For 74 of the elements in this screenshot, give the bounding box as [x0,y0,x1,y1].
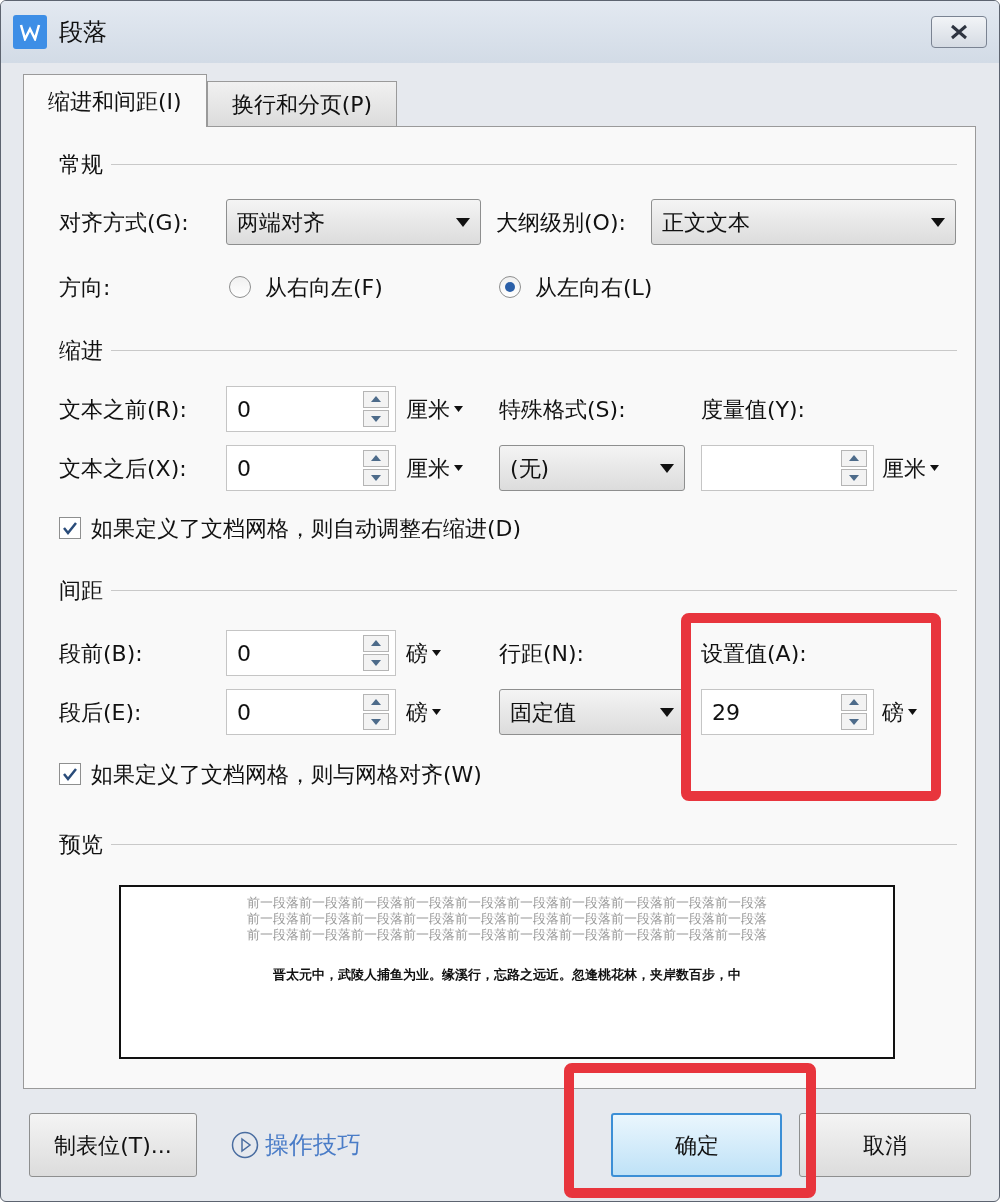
spin-up-icon[interactable] [363,635,389,652]
spin-down-icon[interactable] [841,469,867,486]
spin-down-icon[interactable] [363,469,389,486]
dropdown-select[interactable]: 正文文本 [651,199,956,245]
checkbox-label: 如果定义了文档网格，则自动调整右缩进(D) [91,514,522,543]
spin-up-icon[interactable] [841,694,867,711]
unit-dropdown[interactable]: 厘米 [406,451,463,485]
unit-dropdown[interactable]: 磅 [406,695,441,729]
field-label: 文本之后(X): [59,454,188,483]
section-heading: 预览 [59,830,103,859]
dropdown-caret-icon [454,465,463,471]
dropdown-select[interactable]: 两端对齐 [226,199,481,245]
dropdown-caret-icon [432,650,441,656]
tips-link[interactable]: 操作技巧 [265,1127,361,1163]
unit-dropdown[interactable]: 磅 [406,636,441,670]
field-label: 文本之前(R): [59,395,188,424]
section-heading: 缩进 [59,336,103,365]
window-title: 段落 [59,17,108,48]
tab[interactable]: 换行和分页(P) [206,81,398,126]
spin-up-icon[interactable] [363,450,389,467]
dropdown-caret-icon [930,465,939,471]
unit-dropdown[interactable]: 厘米 [882,451,939,485]
section-heading: 间距 [59,576,103,605]
close-icon [949,24,969,40]
dropdown-caret-icon [456,217,470,227]
dropdown-caret-icon [660,707,674,717]
tab[interactable]: 缩进和间距(I) [23,74,207,127]
number-spin-field[interactable]: 29 [701,689,874,735]
unit-dropdown[interactable]: 厘米 [406,392,463,426]
section-heading: 常规 [59,150,103,179]
app-logo-icon [13,15,47,49]
dropdown-caret-icon [432,709,441,715]
number-spin-field[interactable]: 0 [226,445,396,491]
number-spin-field[interactable]: 0 [226,386,396,432]
checkbox-label: 如果定义了文档网格，则与网格对齐(W) [91,760,482,789]
number-spin-field[interactable] [701,445,874,491]
play-icon [231,1131,259,1159]
checkbox[interactable] [59,763,81,785]
field-label: 段后(E): [59,698,143,727]
close-button[interactable] [931,16,987,48]
spin-up-icon[interactable] [841,450,867,467]
field-label: 度量值(Y): [701,395,807,424]
spin-up-icon[interactable] [363,391,389,408]
field-label: 设置值(A): [701,639,808,668]
dropdown-select[interactable]: (无) [499,445,685,491]
spin-down-icon[interactable] [363,713,389,730]
spin-up-icon[interactable] [363,694,389,711]
field-label: 特殊格式(S): [499,395,627,424]
radio-button[interactable] [229,276,251,298]
field-label: 段前(B): [59,639,144,668]
dropdown-caret-icon [454,406,463,412]
checkmark-icon [62,767,78,781]
preview-text: 晋太元中，武陵人捕鱼为业。缘溪行，忘路之远近。忽逢桃花林，夹岸数百步，中 [273,966,741,984]
radio-label: 从左向右(L) [535,273,653,302]
ok-button[interactable]: 确定 [611,1113,782,1177]
number-spin-field[interactable]: 0 [226,630,396,676]
radio-label: 从右向左(F) [265,273,383,302]
cancel-button[interactable]: 取消 [799,1113,971,1177]
field-label: 方向: [59,273,112,302]
tab-stops-button[interactable]: 制表位(T)... [29,1113,197,1177]
field-label: 行距(N): [499,639,586,668]
checkbox[interactable] [59,517,81,539]
spin-down-icon[interactable] [841,713,867,730]
spin-down-icon[interactable] [363,654,389,671]
dropdown-caret-icon [931,217,945,227]
checkmark-icon [62,521,78,535]
number-spin-field[interactable]: 0 [226,689,396,735]
radio-button[interactable] [499,276,521,298]
spin-down-icon[interactable] [363,410,389,427]
field-label: 对齐方式(G): [59,208,190,237]
dropdown-caret-icon [660,463,674,473]
field-label: 大纲级别(O): [496,208,627,237]
unit-dropdown[interactable]: 磅 [882,695,917,729]
dropdown-caret-icon [908,709,917,715]
